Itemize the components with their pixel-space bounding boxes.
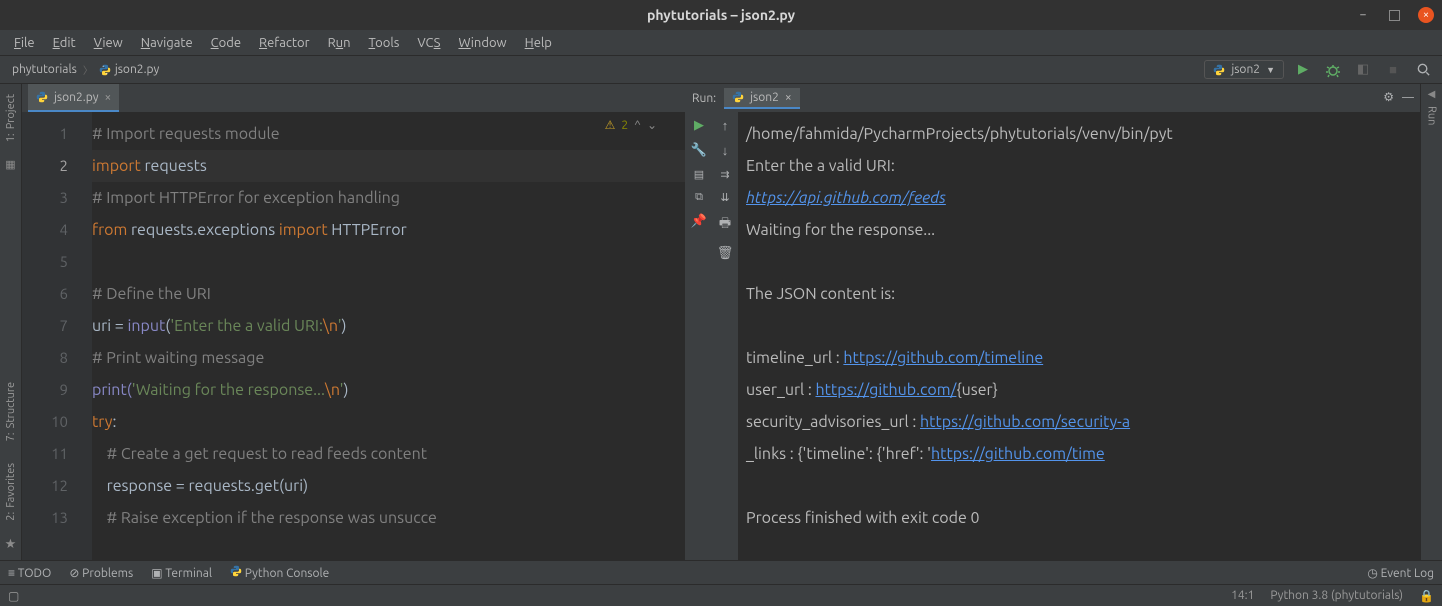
run-tool-window: Run: json2 × ⚙ — ▶ 🔧 ▤ ⧉ 📌 ↑ ↓ ⇉ ⇊ � bbox=[686, 84, 1420, 560]
event-log[interactable]: ◷ Event Log bbox=[1367, 566, 1434, 580]
editor-tab-json2[interactable]: json2.py × bbox=[28, 84, 119, 112]
menu-window[interactable]: Window bbox=[450, 33, 514, 53]
tool-run[interactable]: Run bbox=[1426, 100, 1438, 131]
maximize-icon[interactable] bbox=[1389, 10, 1400, 21]
console-link-uri[interactable]: https://api.github.com/feeds bbox=[746, 189, 946, 207]
menu-file[interactable]: File bbox=[6, 33, 43, 53]
tool-problems[interactable]: ⊘ Problems bbox=[69, 566, 133, 580]
tool-toggle-icon[interactable]: ▢ bbox=[8, 589, 19, 603]
console-link-timeline[interactable]: https://github.com/timeline bbox=[843, 349, 1043, 367]
lock-icon[interactable]: 🔒 bbox=[1419, 589, 1434, 603]
debug-button[interactable] bbox=[1322, 59, 1344, 81]
right-tool-stripe: ◀ Run bbox=[1420, 84, 1442, 560]
menu-bar: File Edit View Navigate Code Refactor Ru… bbox=[0, 30, 1442, 56]
wrench-icon[interactable]: 🔧 bbox=[691, 143, 707, 158]
code-editor[interactable]: ⚠2 ^⌄ 12345678910111213 # Import request… bbox=[22, 112, 685, 560]
python-icon bbox=[230, 565, 242, 577]
gutter[interactable]: 12345678910111213 bbox=[22, 112, 92, 560]
nav-bar: phytutorials 〉 json2.py json2 ▼ ▶ ◧ ■ bbox=[0, 56, 1442, 84]
close-tab-icon[interactable]: × bbox=[105, 91, 112, 104]
chevron-down-icon: ▼ bbox=[1266, 65, 1275, 75]
python-file-icon bbox=[99, 64, 111, 76]
console-link-links[interactable]: https://github.com/time bbox=[931, 445, 1105, 463]
inspection-badge[interactable]: ⚠2 ^⌄ bbox=[605, 118, 657, 132]
stop-button: ■ bbox=[1382, 59, 1404, 81]
python-icon bbox=[1213, 64, 1225, 76]
tool-python-console[interactable]: Python Console bbox=[230, 565, 329, 580]
layout-icon[interactable]: ▤ bbox=[694, 168, 704, 181]
warning-icon: ⚠ bbox=[605, 118, 616, 132]
menu-refactor[interactable]: Refactor bbox=[251, 33, 318, 53]
pin-icon[interactable]: 📌 bbox=[691, 214, 707, 229]
print-icon[interactable]: 🖶 bbox=[719, 214, 731, 236]
menu-code[interactable]: Code bbox=[203, 33, 249, 53]
run-tab-json2[interactable]: json2 × bbox=[724, 88, 800, 109]
scroll-icon[interactable]: ⇊ bbox=[720, 191, 729, 204]
bottom-tool-stripe: ≡ TODO ⊘ Problems ▣ Terminal Python Cons… bbox=[0, 560, 1442, 584]
title-bar: phytutorials – json2.py – × bbox=[0, 0, 1442, 30]
coverage-button[interactable]: ◧ bbox=[1352, 59, 1374, 81]
status-bar: ▢ 14:1 Python 3.8 (phytutorials) 🔒 bbox=[0, 584, 1442, 606]
code-content[interactable]: # Import requests module import requests… bbox=[92, 112, 685, 560]
gear-icon[interactable]: ⚙ bbox=[1383, 90, 1394, 104]
trash-icon[interactable]: 🗑 bbox=[717, 246, 734, 261]
menu-vcs[interactable]: VCS bbox=[409, 33, 448, 53]
editor-pane: json2.py × ⚠2 ^⌄ 12345678910111213 # Imp… bbox=[22, 84, 686, 560]
cursor-position[interactable]: 14:1 bbox=[1231, 589, 1254, 602]
menu-view[interactable]: View bbox=[86, 33, 131, 53]
search-everywhere-button[interactable] bbox=[1412, 59, 1434, 81]
tool-project[interactable]: 1: Project bbox=[5, 88, 17, 148]
python-file-icon bbox=[36, 91, 48, 103]
breadcrumb-file[interactable]: json2.py bbox=[95, 61, 164, 78]
hide-icon[interactable]: — bbox=[1402, 91, 1414, 104]
menu-navigate[interactable]: Navigate bbox=[133, 33, 201, 53]
editor-tab-bar: json2.py × bbox=[22, 84, 685, 112]
console-link-security[interactable]: https://github.com/security-a bbox=[920, 413, 1130, 431]
tool-todo[interactable]: ≡ TODO bbox=[8, 566, 51, 580]
window-title: phytutorials – json2.py bbox=[647, 7, 795, 23]
chevron-right-icon: 〉 bbox=[83, 62, 93, 77]
run-nav-toolbar: ↑ ↓ ⇉ ⇊ 🖶 🗑 bbox=[712, 112, 738, 560]
menu-edit[interactable]: Edit bbox=[45, 33, 84, 53]
run-button[interactable]: ▶ bbox=[1292, 59, 1314, 81]
python-icon bbox=[732, 91, 744, 103]
up-icon[interactable]: ↑ bbox=[722, 118, 729, 133]
run-config-selector[interactable]: json2 ▼ bbox=[1204, 60, 1284, 79]
menu-tools[interactable]: Tools bbox=[361, 33, 408, 53]
breadcrumb-project[interactable]: phytutorials bbox=[8, 61, 81, 78]
menu-help[interactable]: Help bbox=[517, 33, 560, 53]
soft-wrap-icon[interactable]: ⧉ bbox=[695, 191, 703, 204]
python-interpreter[interactable]: Python 3.8 (phytutorials) bbox=[1270, 589, 1403, 602]
run-header: Run: json2 × ⚙ — bbox=[686, 84, 1420, 112]
tool-favorites[interactable]: 2: Favorites bbox=[5, 457, 17, 527]
menu-run[interactable]: Run bbox=[320, 33, 359, 53]
close-icon[interactable]: × bbox=[1418, 7, 1434, 23]
run-action-toolbar: ▶ 🔧 ▤ ⧉ 📌 bbox=[686, 112, 712, 560]
tool-terminal[interactable]: ▣ Terminal bbox=[151, 566, 212, 580]
tool-structure[interactable]: 7: Structure bbox=[5, 376, 17, 447]
down-icon[interactable]: ↓ bbox=[722, 143, 729, 158]
filter-icon[interactable]: ⇉ bbox=[720, 168, 729, 181]
star-icon: ★ bbox=[5, 537, 17, 552]
run-label: Run: bbox=[692, 92, 716, 105]
project-icon: ▦ bbox=[5, 158, 15, 171]
close-run-tab-icon[interactable]: × bbox=[785, 91, 792, 104]
left-tool-stripe: 1: Project ▦ 7: Structure 2: Favorites ★ bbox=[0, 84, 22, 560]
rerun-button[interactable]: ▶ bbox=[694, 118, 704, 133]
console-output[interactable]: /home/fahmida/PycharmProjects/phytutoria… bbox=[738, 112, 1420, 560]
minimize-icon[interactable]: – bbox=[1355, 7, 1371, 23]
console-link-user[interactable]: https://github.com/ bbox=[816, 381, 957, 399]
chevron-left-icon[interactable]: ◀ bbox=[1428, 88, 1436, 100]
